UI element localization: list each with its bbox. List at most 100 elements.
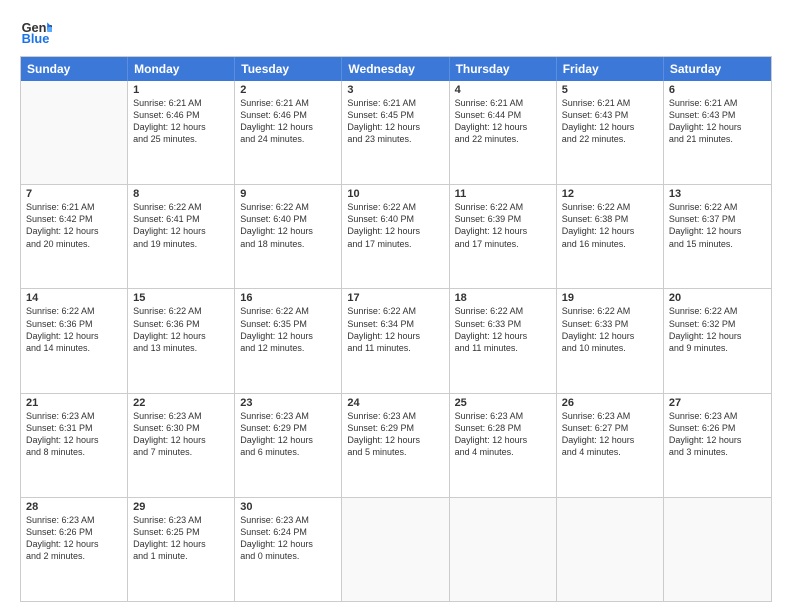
day-info: Sunrise: 6:23 AM Sunset: 6:29 PM Dayligh… <box>240 410 336 459</box>
cal-cell: 7Sunrise: 6:21 AM Sunset: 6:42 PM Daylig… <box>21 185 128 288</box>
cal-row-2: 14Sunrise: 6:22 AM Sunset: 6:36 PM Dayli… <box>21 288 771 392</box>
day-info: Sunrise: 6:21 AM Sunset: 6:46 PM Dayligh… <box>240 97 336 146</box>
day-info: Sunrise: 6:23 AM Sunset: 6:27 PM Dayligh… <box>562 410 658 459</box>
day-info: Sunrise: 6:22 AM Sunset: 6:41 PM Dayligh… <box>133 201 229 250</box>
cal-cell: 25Sunrise: 6:23 AM Sunset: 6:28 PM Dayli… <box>450 394 557 497</box>
day-info: Sunrise: 6:22 AM Sunset: 6:35 PM Dayligh… <box>240 305 336 354</box>
cal-cell: 5Sunrise: 6:21 AM Sunset: 6:43 PM Daylig… <box>557 81 664 184</box>
day-info: Sunrise: 6:22 AM Sunset: 6:33 PM Dayligh… <box>562 305 658 354</box>
day-number: 25 <box>455 397 551 409</box>
cal-cell: 13Sunrise: 6:22 AM Sunset: 6:37 PM Dayli… <box>664 185 771 288</box>
day-number: 4 <box>455 84 551 96</box>
cal-cell: 22Sunrise: 6:23 AM Sunset: 6:30 PM Dayli… <box>128 394 235 497</box>
day-number: 12 <box>562 188 658 200</box>
day-number: 8 <box>133 188 229 200</box>
cal-cell: 20Sunrise: 6:22 AM Sunset: 6:32 PM Dayli… <box>664 289 771 392</box>
day-number: 28 <box>26 501 122 513</box>
cal-cell: 17Sunrise: 6:22 AM Sunset: 6:34 PM Dayli… <box>342 289 449 392</box>
day-number: 26 <box>562 397 658 409</box>
day-number: 2 <box>240 84 336 96</box>
cal-cell <box>450 498 557 601</box>
day-number: 14 <box>26 292 122 304</box>
day-number: 1 <box>133 84 229 96</box>
day-info: Sunrise: 6:23 AM Sunset: 6:28 PM Dayligh… <box>455 410 551 459</box>
cal-cell: 4Sunrise: 6:21 AM Sunset: 6:44 PM Daylig… <box>450 81 557 184</box>
cal-cell: 6Sunrise: 6:21 AM Sunset: 6:43 PM Daylig… <box>664 81 771 184</box>
day-number: 3 <box>347 84 443 96</box>
cal-cell: 19Sunrise: 6:22 AM Sunset: 6:33 PM Dayli… <box>557 289 664 392</box>
cal-row-4: 28Sunrise: 6:23 AM Sunset: 6:26 PM Dayli… <box>21 497 771 601</box>
cal-cell: 2Sunrise: 6:21 AM Sunset: 6:46 PM Daylig… <box>235 81 342 184</box>
header-day-wednesday: Wednesday <box>342 57 449 81</box>
header-day-monday: Monday <box>128 57 235 81</box>
logo-icon: General Blue <box>20 16 52 48</box>
logo: General Blue <box>20 16 56 48</box>
day-info: Sunrise: 6:23 AM Sunset: 6:26 PM Dayligh… <box>669 410 766 459</box>
header-day-tuesday: Tuesday <box>235 57 342 81</box>
day-info: Sunrise: 6:21 AM Sunset: 6:43 PM Dayligh… <box>562 97 658 146</box>
cal-cell <box>664 498 771 601</box>
day-number: 17 <box>347 292 443 304</box>
day-info: Sunrise: 6:21 AM Sunset: 6:42 PM Dayligh… <box>26 201 122 250</box>
cal-cell <box>557 498 664 601</box>
day-info: Sunrise: 6:22 AM Sunset: 6:34 PM Dayligh… <box>347 305 443 354</box>
day-number: 9 <box>240 188 336 200</box>
page: General Blue SundayMondayTuesdayWednesda… <box>0 0 792 612</box>
cal-cell: 3Sunrise: 6:21 AM Sunset: 6:45 PM Daylig… <box>342 81 449 184</box>
day-number: 19 <box>562 292 658 304</box>
day-number: 22 <box>133 397 229 409</box>
header-day-friday: Friday <box>557 57 664 81</box>
day-info: Sunrise: 6:23 AM Sunset: 6:25 PM Dayligh… <box>133 514 229 563</box>
cal-cell: 28Sunrise: 6:23 AM Sunset: 6:26 PM Dayli… <box>21 498 128 601</box>
day-number: 13 <box>669 188 766 200</box>
cal-cell: 16Sunrise: 6:22 AM Sunset: 6:35 PM Dayli… <box>235 289 342 392</box>
cal-row-3: 21Sunrise: 6:23 AM Sunset: 6:31 PM Dayli… <box>21 393 771 497</box>
day-number: 18 <box>455 292 551 304</box>
day-info: Sunrise: 6:22 AM Sunset: 6:37 PM Dayligh… <box>669 201 766 250</box>
calendar-body: 1 Sunrise: 6:21 AM Sunset: 6:46 PM Daylig… <box>21 81 771 601</box>
cal-cell: 26Sunrise: 6:23 AM Sunset: 6:27 PM Dayli… <box>557 394 664 497</box>
day-number: 15 <box>133 292 229 304</box>
day-info: Sunrise: 6:22 AM Sunset: 6:36 PM Dayligh… <box>26 305 122 354</box>
cal-cell: 29Sunrise: 6:23 AM Sunset: 6:25 PM Dayli… <box>128 498 235 601</box>
day-info: Sunrise: 6:23 AM Sunset: 6:29 PM Dayligh… <box>347 410 443 459</box>
day-number: 10 <box>347 188 443 200</box>
cal-cell: 8Sunrise: 6:22 AM Sunset: 6:41 PM Daylig… <box>128 185 235 288</box>
cal-cell: 15Sunrise: 6:22 AM Sunset: 6:36 PM Dayli… <box>128 289 235 392</box>
day-info: Sunrise: 6:23 AM Sunset: 6:31 PM Dayligh… <box>26 410 122 459</box>
day-info: Sunrise: 6:22 AM Sunset: 6:38 PM Dayligh… <box>562 201 658 250</box>
calendar-header: SundayMondayTuesdayWednesdayThursdayFrid… <box>21 57 771 81</box>
day-info: Sunrise: 6:22 AM Sunset: 6:39 PM Dayligh… <box>455 201 551 250</box>
cal-cell <box>342 498 449 601</box>
cal-cell: 18Sunrise: 6:22 AM Sunset: 6:33 PM Dayli… <box>450 289 557 392</box>
cal-row-0: 1 Sunrise: 6:21 AM Sunset: 6:46 PM Daylig… <box>21 81 771 184</box>
cal-cell: 14Sunrise: 6:22 AM Sunset: 6:36 PM Dayli… <box>21 289 128 392</box>
day-number: 24 <box>347 397 443 409</box>
day-info: Sunrise: 6:22 AM Sunset: 6:36 PM Dayligh… <box>133 305 229 354</box>
day-number: 16 <box>240 292 336 304</box>
day-number: 29 <box>133 501 229 513</box>
cal-cell: 9Sunrise: 6:22 AM Sunset: 6:40 PM Daylig… <box>235 185 342 288</box>
day-info: Sunrise: 6:23 AM Sunset: 6:24 PM Dayligh… <box>240 514 336 563</box>
day-info: Sunrise: 6:21 AM Sunset: 6:45 PM Dayligh… <box>347 97 443 146</box>
cal-row-1: 7Sunrise: 6:21 AM Sunset: 6:42 PM Daylig… <box>21 184 771 288</box>
cal-cell: 30Sunrise: 6:23 AM Sunset: 6:24 PM Dayli… <box>235 498 342 601</box>
cal-cell: 1Sunrise: 6:21 AM Sunset: 6:46 PM Daylig… <box>128 81 235 184</box>
day-info: Sunrise: 6:23 AM Sunset: 6:26 PM Dayligh… <box>26 514 122 563</box>
calendar: SundayMondayTuesdayWednesdayThursdayFrid… <box>20 56 772 602</box>
svg-text:Blue: Blue <box>22 31 50 46</box>
header-day-saturday: Saturday <box>664 57 771 81</box>
day-number: 7 <box>26 188 122 200</box>
day-number: 11 <box>455 188 551 200</box>
day-info: Sunrise: 6:21 AM Sunset: 6:44 PM Dayligh… <box>455 97 551 146</box>
cal-cell: 12Sunrise: 6:22 AM Sunset: 6:38 PM Dayli… <box>557 185 664 288</box>
header-day-sunday: Sunday <box>21 57 128 81</box>
cal-cell: 23Sunrise: 6:23 AM Sunset: 6:29 PM Dayli… <box>235 394 342 497</box>
day-number: 30 <box>240 501 336 513</box>
day-number: 27 <box>669 397 766 409</box>
day-info: Sunrise: 6:22 AM Sunset: 6:40 PM Dayligh… <box>240 201 336 250</box>
header: General Blue <box>20 16 772 48</box>
day-number: 20 <box>669 292 766 304</box>
day-number: 5 <box>562 84 658 96</box>
day-info: Sunrise: 6:22 AM Sunset: 6:40 PM Dayligh… <box>347 201 443 250</box>
